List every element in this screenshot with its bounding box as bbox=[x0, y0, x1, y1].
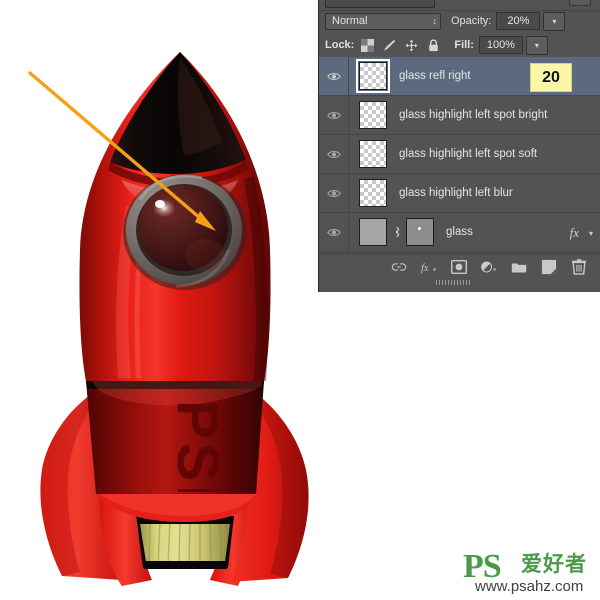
lock-transparent-pixels-icon[interactable] bbox=[361, 38, 375, 52]
layer-name: glass highlight left spot bright bbox=[399, 109, 548, 121]
layer-thumbnail[interactable] bbox=[356, 59, 390, 93]
lock-all-icon[interactable] bbox=[427, 38, 440, 52]
layer-row[interactable]: glass fx ▾ bbox=[319, 213, 600, 252]
blend-mode-stepper-icon: ↕ bbox=[432, 15, 438, 26]
panel-top-button[interactable] bbox=[569, 0, 591, 6]
watermark-url: www.psahz.com bbox=[475, 578, 584, 595]
delete-layer-icon[interactable] bbox=[571, 258, 587, 275]
layers-list: glass refl right 20 glass highlight left… bbox=[319, 57, 600, 253]
layer-name: glass bbox=[446, 226, 473, 238]
layer-thumbnail[interactable] bbox=[359, 179, 387, 207]
eye-icon bbox=[326, 72, 341, 80]
layers-panel: Normal ↕ Opacity: 20% ▾ Lock: Fill: 100%… bbox=[318, 0, 600, 292]
opacity-label: Opacity: bbox=[451, 15, 492, 27]
chevron-down-icon[interactable]: ▾ bbox=[589, 229, 593, 238]
lock-label: Lock: bbox=[325, 39, 355, 51]
add-layer-style-icon[interactable]: fx bbox=[421, 259, 437, 275]
svg-text:fx: fx bbox=[421, 263, 429, 274]
layer-thumbnail[interactable] bbox=[359, 101, 387, 129]
layer-name: glass highlight left spot soft bbox=[399, 148, 538, 160]
lock-position-icon[interactable] bbox=[405, 39, 418, 52]
chevron-down-icon: ▾ bbox=[534, 40, 539, 50]
panel-top-field[interactable] bbox=[325, 0, 435, 8]
layer-mask-thumbnail[interactable] bbox=[406, 218, 434, 246]
eye-icon bbox=[326, 228, 341, 236]
layer-visibility-toggle[interactable] bbox=[319, 135, 349, 173]
blend-mode-row: Normal ↕ Opacity: 20% ▾ bbox=[319, 10, 600, 32]
new-adjustment-layer-icon[interactable] bbox=[481, 259, 497, 275]
rocket-window bbox=[123, 174, 247, 290]
blend-mode-value: Normal bbox=[332, 15, 368, 27]
new-layer-icon[interactable] bbox=[541, 259, 557, 275]
new-group-icon[interactable] bbox=[511, 259, 527, 275]
watermark: PS 爱好者 www.psahz.com bbox=[463, 550, 595, 596]
annotation-badge: 20 bbox=[530, 63, 572, 92]
rocket-illustration: PSD bbox=[28, 52, 309, 586]
layers-panel-toolbar: fx bbox=[319, 253, 600, 279]
watermark-chinese-text: 爱好者 bbox=[521, 552, 587, 576]
layer-visibility-toggle[interactable] bbox=[319, 213, 349, 251]
opacity-dropdown-button[interactable]: ▾ bbox=[543, 11, 566, 31]
layer-thumbnail[interactable] bbox=[359, 218, 387, 246]
lock-image-pixels-icon[interactable] bbox=[383, 39, 396, 52]
fill-dropdown-button[interactable]: ▾ bbox=[525, 35, 548, 55]
mask-link-icon[interactable] bbox=[391, 226, 402, 238]
screenshot-root: PSD Normal ↕ Opacity: 20% ▾ Lock: Fill: … bbox=[0, 0, 600, 600]
lock-row: Lock: Fill: 100% ▾ bbox=[319, 34, 600, 56]
layer-name: glass refl right bbox=[399, 70, 471, 82]
panel-bottom-edge bbox=[319, 286, 600, 292]
layer-row[interactable]: glass highlight left blur bbox=[319, 174, 600, 213]
fill-label: Fill: bbox=[454, 39, 474, 51]
rocket-nozzle bbox=[136, 516, 234, 569]
layer-visibility-toggle[interactable] bbox=[319, 174, 349, 212]
layer-row[interactable]: glass highlight left spot bright bbox=[319, 96, 600, 135]
layer-thumbnail[interactable] bbox=[359, 140, 387, 168]
fill-input[interactable]: 100% bbox=[478, 36, 523, 54]
layer-effects-icon[interactable]: fx bbox=[570, 225, 579, 241]
eye-icon bbox=[326, 111, 341, 119]
layer-name: glass highlight left blur bbox=[399, 187, 513, 199]
eye-icon bbox=[326, 189, 341, 197]
link-layers-icon[interactable] bbox=[391, 259, 407, 275]
layer-row[interactable]: glass highlight left spot soft bbox=[319, 135, 600, 174]
opacity-input[interactable]: 20% bbox=[496, 12, 541, 30]
eye-icon bbox=[326, 150, 341, 158]
layer-row[interactable]: glass refl right 20 bbox=[319, 57, 600, 96]
layer-visibility-toggle[interactable] bbox=[319, 57, 349, 95]
chevron-down-icon: ▾ bbox=[552, 16, 557, 26]
add-layer-mask-icon[interactable] bbox=[451, 259, 467, 275]
lock-icon-group bbox=[361, 38, 440, 52]
panel-resize-grip[interactable] bbox=[436, 280, 470, 285]
layer-visibility-toggle[interactable] bbox=[319, 96, 349, 134]
blend-mode-select[interactable]: Normal ↕ bbox=[325, 12, 441, 30]
